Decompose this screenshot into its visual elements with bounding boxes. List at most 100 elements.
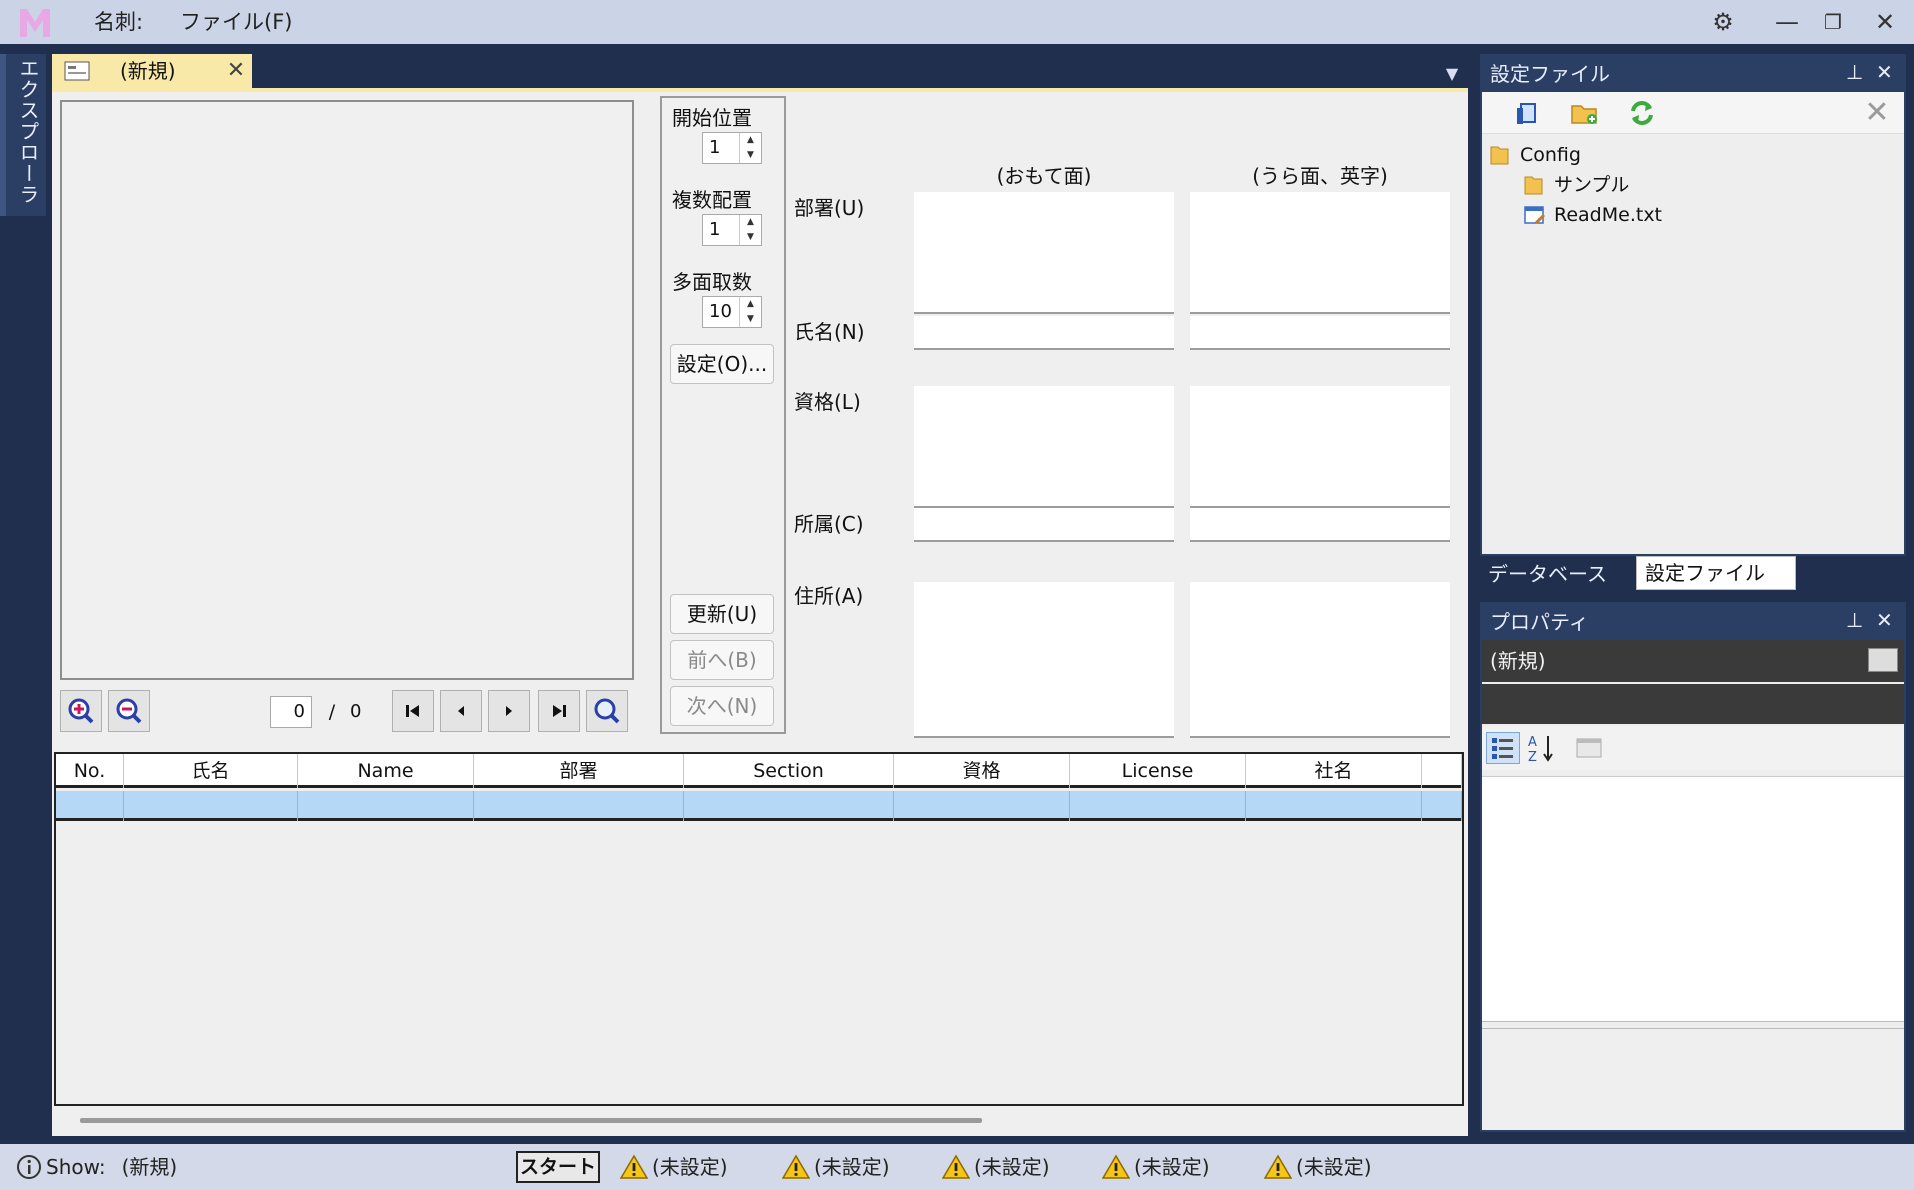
menu-meishi[interactable]: 名刺:: [94, 6, 143, 38]
warning-icon: [1264, 1154, 1292, 1179]
tree-item-config[interactable]: Config: [1488, 140, 1898, 170]
first-page-icon: [406, 705, 419, 717]
text-file-icon: [1524, 206, 1546, 225]
grid-cell[interactable]: [1246, 791, 1422, 821]
column-header-section[interactable]: Section: [684, 754, 894, 788]
zoom-in-icon: [68, 698, 94, 724]
menu-file[interactable]: ファイル(F): [180, 6, 292, 38]
multi-layout-label: 複数配置: [672, 188, 752, 212]
grid-cell[interactable]: [894, 791, 1070, 821]
zoom-out-icon: [116, 698, 142, 724]
tabs-dropdown-icon[interactable]: ▼: [1438, 62, 1466, 86]
object-selector[interactable]: (新規): [1482, 640, 1904, 682]
delete-icon[interactable]: ✕: [1862, 98, 1892, 128]
grid-cell[interactable]: [298, 791, 474, 821]
license-back-field[interactable]: [1190, 386, 1450, 508]
department-label: 部署(U): [794, 196, 865, 220]
last-page-button[interactable]: [538, 690, 580, 732]
pin-icon[interactable]: ⊥: [1846, 608, 1863, 632]
next-page-button[interactable]: [488, 690, 530, 732]
start-button[interactable]: スタート: [516, 1151, 600, 1183]
column-header-license-en[interactable]: License: [1070, 754, 1246, 788]
spinner-arrows-icon[interactable]: ▲ ▼: [739, 133, 761, 163]
card-data-grid[interactable]: No. 氏名 Name 部署 Section 資格 License 社名: [54, 752, 1464, 1106]
document-tab-title: (新規): [120, 59, 176, 83]
info-icon: [17, 1155, 41, 1179]
settings-button[interactable]: 設定(O)...: [670, 344, 774, 384]
warning-icon: [1102, 1154, 1130, 1179]
settings-gear-icon[interactable]: ⚙: [1700, 4, 1746, 40]
grid-cell[interactable]: [1422, 791, 1462, 821]
multi-layout-spinner[interactable]: 1 ▲ ▼: [702, 214, 762, 246]
table-row[interactable]: [56, 791, 1462, 821]
first-page-button[interactable]: [392, 690, 434, 732]
zoom-in-button[interactable]: [60, 690, 102, 732]
previous-button[interactable]: 前へ(B): [670, 640, 774, 680]
update-button[interactable]: 更新(U): [670, 594, 774, 634]
minimize-button[interactable]: —: [1764, 4, 1810, 40]
tree-item-readme[interactable]: ReadMe.txt: [1488, 200, 1898, 230]
department-back-field[interactable]: [1190, 192, 1450, 314]
folder-icon: [1524, 176, 1543, 195]
column-header-name-en[interactable]: Name: [298, 754, 474, 788]
page-number-input[interactable]: 0: [270, 696, 312, 728]
pin-icon[interactable]: ⊥: [1846, 60, 1863, 84]
name-front-field[interactable]: [914, 316, 1174, 350]
card-icon: [1868, 648, 1898, 672]
address-front-field[interactable]: [914, 582, 1174, 738]
column-header-name-jp[interactable]: 氏名: [124, 754, 298, 788]
organization-front-field[interactable]: [914, 508, 1174, 542]
column-header-dept-jp[interactable]: 部署: [474, 754, 684, 788]
close-tab-icon[interactable]: ✕: [224, 56, 248, 86]
refresh-icon[interactable]: [1628, 99, 1656, 127]
spinner-arrows-icon[interactable]: ▲ ▼: [739, 215, 761, 245]
next-button[interactable]: 次へ(N): [670, 686, 774, 726]
zoom-out-button[interactable]: [108, 690, 150, 732]
license-label: 資格(L): [794, 390, 861, 414]
tree-item-label: サンプル: [1554, 174, 1630, 196]
document-tab[interactable]: (新規) ✕: [52, 54, 252, 88]
sheet-count-spinner[interactable]: 10 ▲ ▼: [702, 296, 762, 328]
address-back-field[interactable]: [1190, 582, 1450, 738]
close-window-button[interactable]: ✕: [1862, 4, 1908, 40]
tree-item-label: Config: [1520, 144, 1581, 166]
column-header-license-jp[interactable]: 資格: [894, 754, 1070, 788]
department-front-field[interactable]: [914, 192, 1174, 314]
show-label: Show:: [46, 1155, 106, 1179]
copy-icon[interactable]: [1512, 99, 1540, 127]
warning-status: (未設定): [942, 1152, 1050, 1182]
object-selector-value: (新規): [1490, 649, 1546, 673]
close-pane-icon[interactable]: ✕: [1876, 608, 1893, 632]
grid-cell[interactable]: [684, 791, 894, 821]
property-pages-icon[interactable]: [1574, 734, 1604, 762]
document-area: 0 / 0 開始位置 1 ▲ ▼ 複数配置 1 ▲ ▼ 多面取数 10 ▲ ▼ 設定(…: [52, 88, 1468, 1136]
prev-page-button[interactable]: [440, 690, 482, 732]
organization-back-field[interactable]: [1190, 508, 1450, 542]
close-pane-icon[interactable]: ✕: [1876, 60, 1893, 84]
tab-config-file[interactable]: 設定ファイル: [1636, 556, 1796, 590]
warning-icon: [782, 1154, 810, 1179]
new-folder-icon[interactable]: [1570, 99, 1600, 127]
grid-horizontal-scrollbar[interactable]: [80, 1118, 982, 1123]
warning-text: (未設定): [814, 1155, 890, 1179]
grid-cell[interactable]: [124, 791, 298, 821]
categorized-icon[interactable]: [1486, 732, 1520, 764]
grid-cell[interactable]: [474, 791, 684, 821]
fit-zoom-button[interactable]: [586, 690, 628, 732]
column-header-no[interactable]: No.: [56, 754, 124, 788]
name-back-field[interactable]: [1190, 316, 1450, 350]
spinner-arrows-icon[interactable]: ▲ ▼: [739, 297, 761, 327]
start-position-spinner[interactable]: 1 ▲ ▼: [702, 132, 762, 164]
column-header-extra[interactable]: [1422, 754, 1462, 788]
license-front-field[interactable]: [914, 386, 1174, 508]
restore-button[interactable]: ❐: [1810, 4, 1856, 40]
tree-item-sample[interactable]: サンプル: [1488, 170, 1898, 200]
address-label: 住所(A): [794, 584, 864, 608]
tree-item-label: ReadMe.txt: [1554, 204, 1663, 226]
sort-alphabetical-icon[interactable]: AZ: [1526, 732, 1556, 765]
tab-database[interactable]: データベース: [1480, 558, 1634, 590]
grid-cell[interactable]: [56, 791, 124, 821]
properties-grid[interactable]: [1482, 776, 1904, 1022]
grid-cell[interactable]: [1070, 791, 1246, 821]
column-header-company[interactable]: 社名: [1246, 754, 1422, 788]
